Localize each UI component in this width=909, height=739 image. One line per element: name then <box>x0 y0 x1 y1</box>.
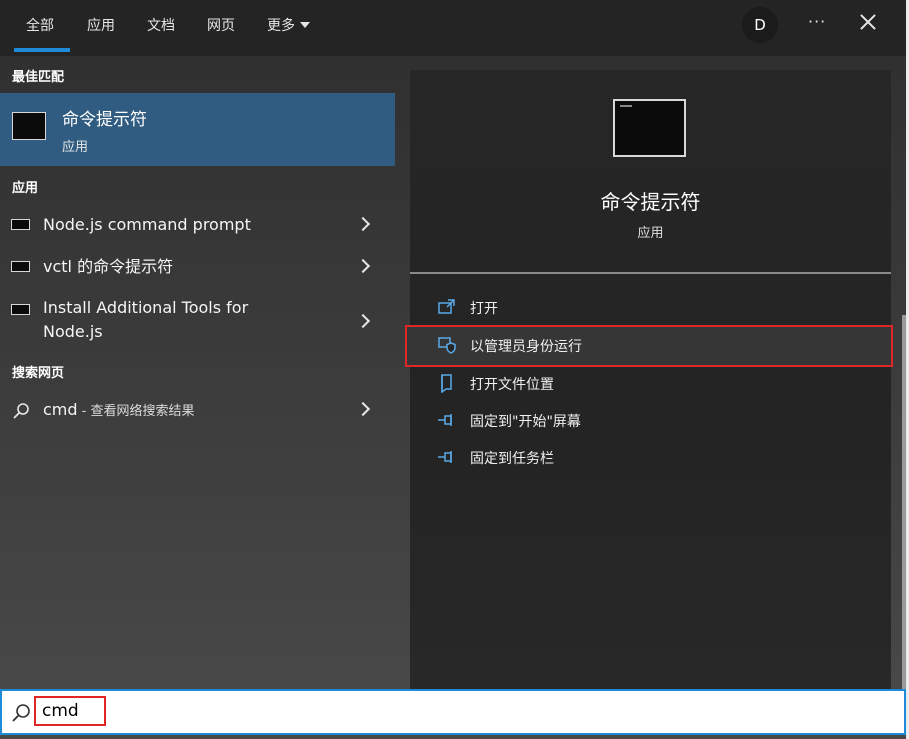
search-icon <box>13 403 29 419</box>
action-pin-to-taskbar[interactable]: 固定到任务栏 <box>410 438 891 478</box>
best-match-item[interactable] <box>0 93 395 166</box>
divider <box>410 272 891 274</box>
tab-apps[interactable]: 应用 <box>87 15 115 35</box>
app-label-line2: Node.js <box>43 322 103 341</box>
terminal-icon <box>11 219 30 230</box>
chevron-right-icon[interactable] <box>355 258 371 274</box>
action-label: 固定到"开始"屏幕 <box>470 414 581 430</box>
more-options-icon[interactable]: ··· <box>808 12 826 31</box>
start-search-window: 全部 应用 文档 网页 更多 D ··· 最佳匹配 命令提示符 应用 应用 No… <box>0 0 909 739</box>
tab-all[interactable]: 全部 <box>26 15 54 35</box>
shield-icon <box>438 337 456 354</box>
web-search-label: cmd - 查看网络搜索结果 <box>43 398 195 424</box>
pin-icon <box>438 451 452 463</box>
search-bar[interactable] <box>0 689 906 735</box>
action-label: 以管理员身份运行 <box>470 339 582 355</box>
chevron-down-icon <box>300 22 310 28</box>
best-match-title: 命令提示符 <box>62 110 147 130</box>
search-icon <box>12 704 30 722</box>
app-label: vctl 的命令提示符 <box>43 257 174 276</box>
tab-documents[interactable]: 文档 <box>147 15 175 35</box>
app-item-install-tools[interactable]: Install Additional Tools for Node.js <box>0 292 395 348</box>
app-item-nodejs-prompt[interactable]: Node.js command prompt <box>0 205 395 245</box>
action-open[interactable]: 打开 <box>410 288 891 328</box>
chevron-right-icon[interactable] <box>355 313 371 329</box>
app-item-vctl-prompt[interactable]: vctl 的命令提示符 <box>0 247 395 287</box>
search-input[interactable] <box>34 696 106 726</box>
action-open-file-location[interactable]: 打开文件位置 <box>410 364 891 404</box>
section-best-match: 最佳匹配 <box>12 70 65 85</box>
app-label-line1: Install Additional Tools for <box>43 298 249 317</box>
close-icon[interactable] <box>856 10 880 34</box>
tab-web[interactable]: 网页 <box>207 15 235 35</box>
tab-more[interactable]: 更多 <box>267 15 310 35</box>
open-icon <box>438 299 455 314</box>
action-label: 打开文件位置 <box>470 377 554 393</box>
web-search-item[interactable]: cmd - 查看网络搜索结果 <box>0 390 395 430</box>
details-title: 命令提示符 <box>600 190 701 214</box>
file-location-icon <box>441 374 452 393</box>
top-bar: 全部 应用 文档 网页 更多 D ··· <box>0 0 909 56</box>
web-search-query: cmd <box>43 400 78 419</box>
action-label: 打开 <box>470 301 498 317</box>
command-prompt-icon-large <box>613 99 686 157</box>
action-pin-to-start[interactable]: 固定到"开始"屏幕 <box>410 401 891 441</box>
section-apps: 应用 <box>12 181 39 196</box>
terminal-icon <box>11 304 30 315</box>
details-subtitle: 应用 <box>637 226 664 241</box>
section-web-search: 搜索网页 <box>12 366 65 381</box>
chevron-right-icon[interactable] <box>355 401 371 417</box>
app-label: Node.js command prompt <box>43 215 251 234</box>
terminal-icon <box>11 261 30 272</box>
command-prompt-icon <box>12 112 46 140</box>
tab-more-label: 更多 <box>267 18 295 34</box>
pin-icon <box>438 414 452 426</box>
best-match-subtitle: 应用 <box>62 140 89 155</box>
web-search-suffix: - 查看网络搜索结果 <box>77 404 195 419</box>
avatar[interactable]: D <box>742 7 778 43</box>
action-label: 固定到任务栏 <box>470 451 554 467</box>
action-run-as-admin[interactable]: 以管理员身份运行 <box>410 326 891 366</box>
chevron-right-icon[interactable] <box>355 216 371 232</box>
active-tab-indicator <box>14 48 70 52</box>
